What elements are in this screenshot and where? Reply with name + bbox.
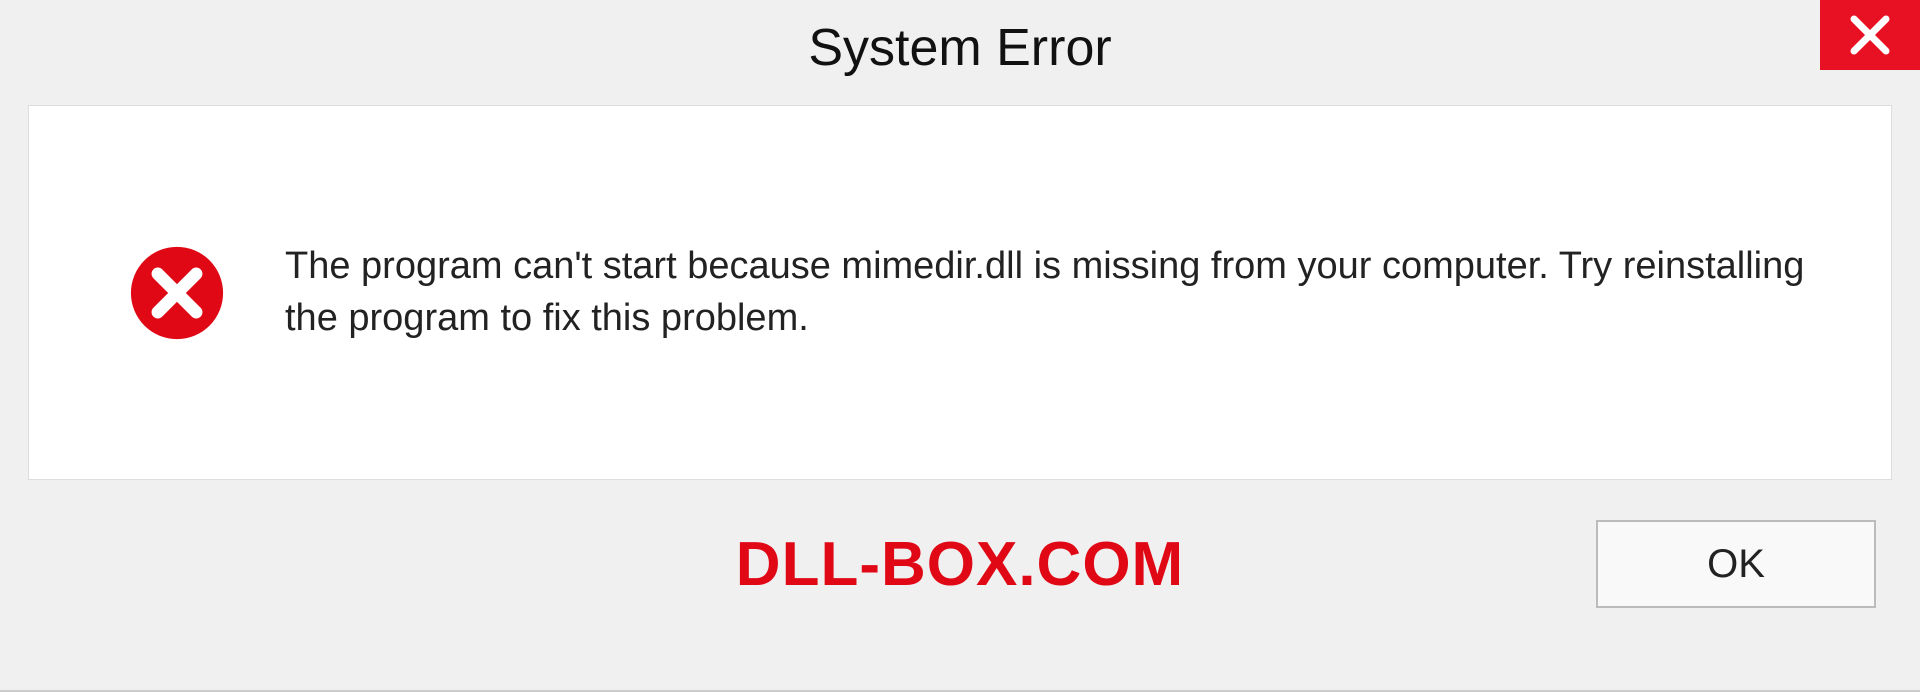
error-icon — [129, 245, 225, 341]
close-icon — [1848, 13, 1892, 57]
error-message: The program can't start because mimedir.… — [285, 241, 1831, 344]
ok-button[interactable]: OK — [1596, 520, 1876, 608]
footer: DLL-BOX.COM OK — [0, 480, 1920, 608]
watermark-text: DLL-BOX.COM — [736, 529, 1184, 600]
dialog-title: System Error — [808, 18, 1111, 78]
close-button[interactable] — [1820, 0, 1920, 70]
content-panel: The program can't start because mimedir.… — [28, 105, 1892, 480]
titlebar: System Error — [0, 0, 1920, 100]
